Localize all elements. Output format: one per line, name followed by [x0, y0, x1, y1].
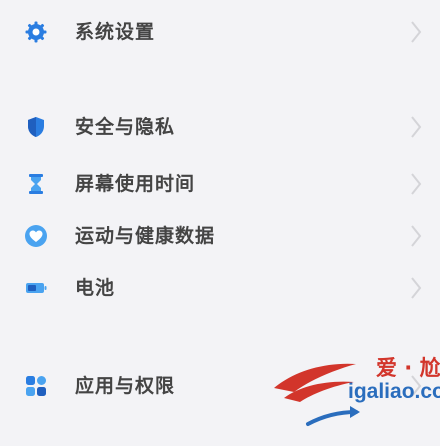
watermark: 爱 · 尬聊 igaliao.com: [268, 350, 440, 446]
chevron-right-icon: [411, 277, 422, 299]
settings-item-label: 系统设置: [75, 21, 156, 43]
chevron-right-icon: [411, 225, 422, 247]
settings-screen: 系统设置 安全与隐私 屏幕使用时间 运动与健康数据 电池 应用与权限 爱 · 尬…: [0, 0, 440, 446]
settings-item-security[interactable]: 安全与隐私: [0, 105, 440, 149]
settings-item-label: 安全与隐私: [75, 116, 176, 138]
settings-item-label: 运动与健康数据: [75, 225, 216, 247]
shield-icon: [28, 117, 44, 137]
settings-item-label: 应用与权限: [75, 375, 176, 397]
settings-item-system[interactable]: 系统设置: [0, 10, 440, 54]
chevron-right-icon: [411, 21, 422, 43]
settings-item-health[interactable]: 运动与健康数据: [0, 214, 440, 258]
battery-icon: [26, 283, 47, 293]
gear-icon: [25, 21, 47, 43]
settings-item-label: 屏幕使用时间: [75, 173, 196, 195]
hourglass-icon: [29, 174, 43, 194]
heart-icon: [25, 225, 47, 247]
chevron-right-icon: [411, 116, 422, 138]
settings-item-battery[interactable]: 电池: [0, 266, 440, 310]
apps-grid-icon: [26, 376, 46, 396]
chevron-right-icon: [411, 173, 422, 195]
watermark-text-en: igaliao.com: [348, 380, 440, 403]
settings-item-label: 电池: [75, 277, 116, 299]
settings-item-screen-time[interactable]: 屏幕使用时间: [0, 162, 440, 206]
watermark-text-cn: 爱 · 尬聊: [376, 356, 440, 380]
